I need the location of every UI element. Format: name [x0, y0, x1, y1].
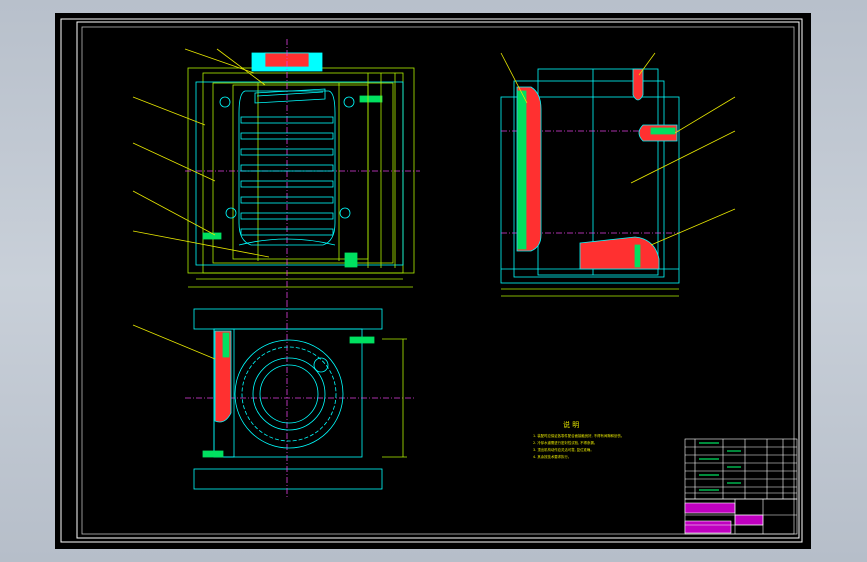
technical-notes: 说 明 1. 装配时应保证各零件配合面接触良好, 不得有间隙和划伤。 2. 冷却…	[533, 420, 624, 459]
notes-line-3: 3. 顶出机构动作应灵活可靠, 复位准确。	[533, 447, 594, 452]
sheet-frame	[81, 26, 795, 535]
front-view	[185, 39, 420, 303]
cad-viewport[interactable]: 说 明 1. 装配时应保证各零件配合面接触良好, 不得有间隙和划伤。 2. 冷却…	[55, 13, 811, 549]
top-view	[185, 301, 415, 497]
title-block	[684, 498, 798, 535]
top-view-leaders	[132, 324, 216, 360]
mold-assembly-drawing: 说 明 1. 装配时应保证各零件配合面接触良好, 不得有间隙和划伤。 2. 冷却…	[60, 18, 803, 543]
parts-list	[684, 438, 798, 500]
notes-line-4: 4. 其余按技术要求执行。	[533, 454, 571, 459]
notes-line-1: 1. 装配时应保证各零件配合面接触良好, 不得有间隙和划伤。	[533, 433, 624, 438]
sheet-border-outer	[60, 18, 803, 543]
front-view-leaders	[132, 48, 270, 258]
sheet-border-inner	[76, 21, 800, 539]
notes-heading: 说 明	[563, 420, 579, 429]
side-view	[500, 68, 680, 297]
notes-line-2: 2. 冷却水道需进行密封性试验, 不得渗漏。	[533, 440, 597, 445]
